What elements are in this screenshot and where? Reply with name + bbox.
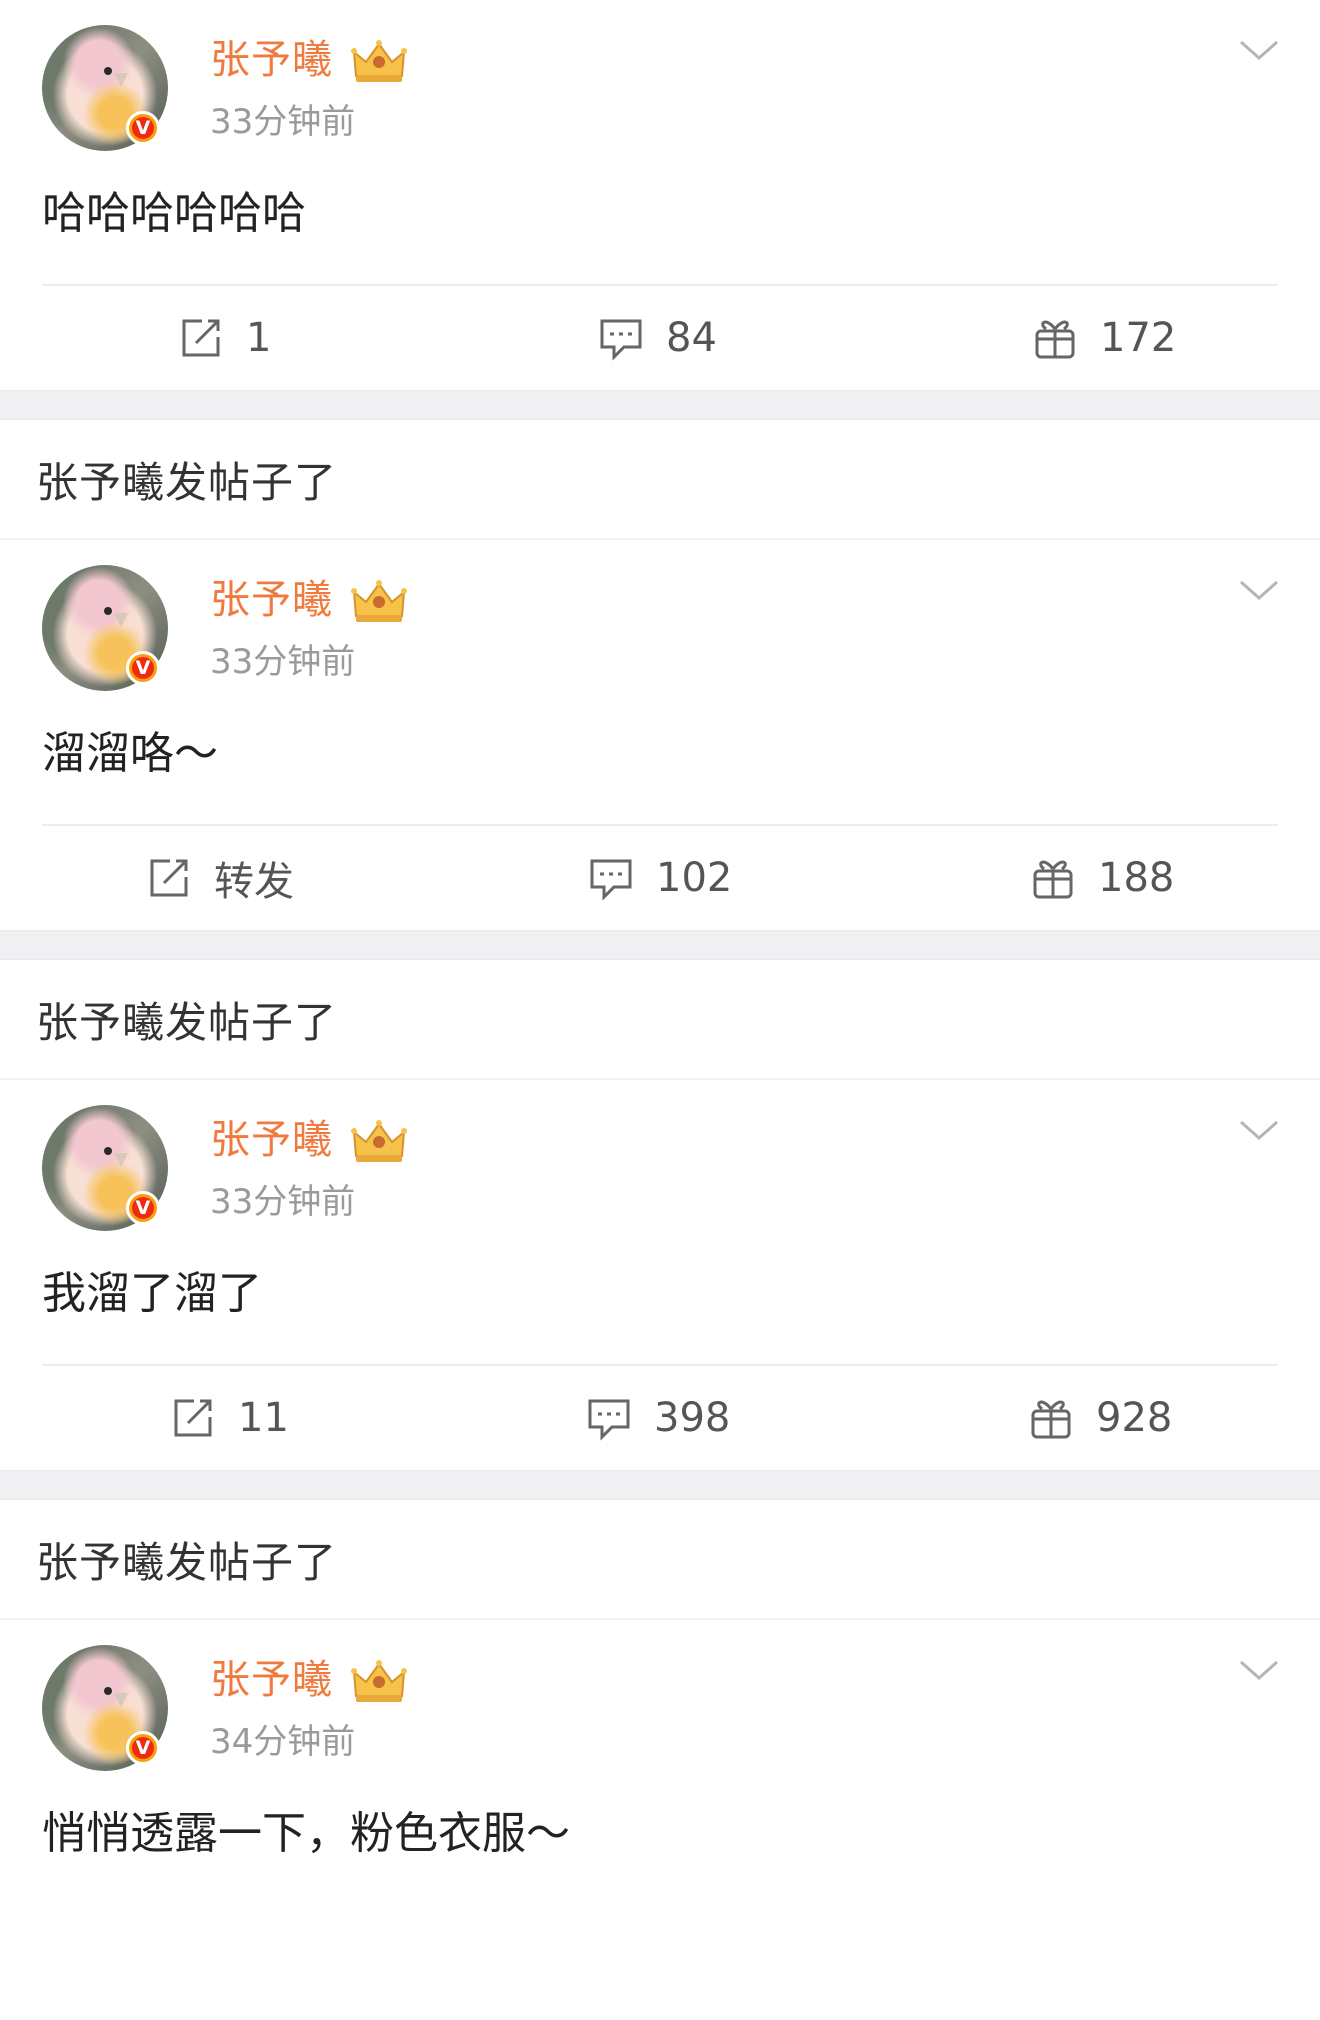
- comment-icon: [588, 1399, 630, 1441]
- section-gap: [0, 390, 1320, 420]
- verified-badge-icon: V: [126, 111, 160, 145]
- verified-badge-icon: V: [126, 1191, 160, 1225]
- like-button[interactable]: 172: [1032, 286, 1176, 390]
- comment-count: 102: [656, 855, 733, 901]
- chevron-down-icon[interactable]: [1238, 1658, 1280, 1684]
- like-count: 172: [1100, 315, 1177, 361]
- username[interactable]: 张予曦: [210, 34, 333, 86]
- like-button[interactable]: 928: [1028, 1366, 1172, 1470]
- crown-icon[interactable]: [350, 1118, 408, 1166]
- repost-button[interactable]: 11: [170, 1366, 289, 1470]
- post-card: V 张予曦 33分钟前 哈哈哈哈哈哈 1 84 172: [0, 0, 1320, 390]
- comment-count: 84: [666, 315, 717, 361]
- comment-icon: [600, 319, 642, 361]
- post-card: V 张予曦 34分钟前 悄悄透露一下，粉色衣服～: [0, 1620, 1320, 2020]
- comment-count: 398: [654, 1395, 731, 1441]
- post-time: 33分钟前: [210, 1182, 356, 1222]
- repost-count: 11: [238, 1395, 289, 1441]
- username[interactable]: 张予曦: [210, 1654, 333, 1706]
- repost-icon: [174, 1399, 212, 1437]
- comment-button[interactable]: 398: [586, 1366, 730, 1470]
- username[interactable]: 张予曦: [210, 574, 333, 626]
- like-icon: [1033, 860, 1073, 899]
- like-count: 928: [1096, 1395, 1173, 1441]
- like-icon: [1035, 320, 1075, 359]
- chevron-down-icon[interactable]: [1238, 1118, 1280, 1144]
- verified-badge-icon: V: [126, 651, 160, 685]
- like-icon: [1031, 1400, 1071, 1439]
- like-count: 188: [1098, 855, 1175, 901]
- repost-count: 1: [246, 315, 272, 361]
- crown-icon[interactable]: [350, 578, 408, 626]
- repost-button[interactable]: 1: [178, 286, 271, 390]
- crown-icon[interactable]: [350, 1658, 408, 1706]
- section-header: 张予曦发帖子了: [0, 1500, 1320, 1620]
- post-actions: 转发 102 188: [0, 826, 1320, 930]
- verified-badge-icon: V: [126, 1731, 160, 1765]
- repost-count: 转发: [214, 859, 294, 905]
- comment-icon: [590, 859, 632, 901]
- section-header: 张予曦发帖子了: [0, 960, 1320, 1080]
- comment-button[interactable]: 84: [598, 286, 717, 390]
- repost-icon: [150, 859, 188, 897]
- chevron-down-icon[interactable]: [1238, 38, 1280, 64]
- post-content: 悄悄透露一下，粉色衣服～: [42, 1808, 570, 1859]
- post-time: 33分钟前: [210, 102, 356, 142]
- crown-icon[interactable]: [350, 38, 408, 86]
- section-header: 张予曦发帖子了: [0, 420, 1320, 540]
- repost-icon: [182, 319, 220, 357]
- section-gap: [0, 930, 1320, 960]
- post-card: V 张予曦 33分钟前 我溜了溜了 11 398 928: [0, 1080, 1320, 1470]
- post-actions: 1 84 172: [0, 286, 1320, 390]
- repost-button[interactable]: 转发: [146, 826, 294, 930]
- username[interactable]: 张予曦: [210, 1114, 333, 1166]
- like-button[interactable]: 188: [1030, 826, 1174, 930]
- post-time: 33分钟前: [210, 642, 356, 682]
- post-time: 34分钟前: [210, 1722, 356, 1762]
- post-actions: 11 398 928: [0, 1366, 1320, 1470]
- post-content: 哈哈哈哈哈哈: [42, 188, 306, 239]
- post-card: V 张予曦 33分钟前 溜溜咯～ 转发 102 188: [0, 540, 1320, 930]
- chevron-down-icon[interactable]: [1238, 578, 1280, 604]
- post-content: 溜溜咯～: [42, 728, 218, 779]
- comment-button[interactable]: 102: [588, 826, 732, 930]
- section-gap: [0, 1470, 1320, 1500]
- post-content: 我溜了溜了: [42, 1268, 262, 1319]
- feed: V 张予曦 33分钟前 哈哈哈哈哈哈 1 84 172 张予曦发帖子了 V 张予…: [0, 0, 1320, 2020]
